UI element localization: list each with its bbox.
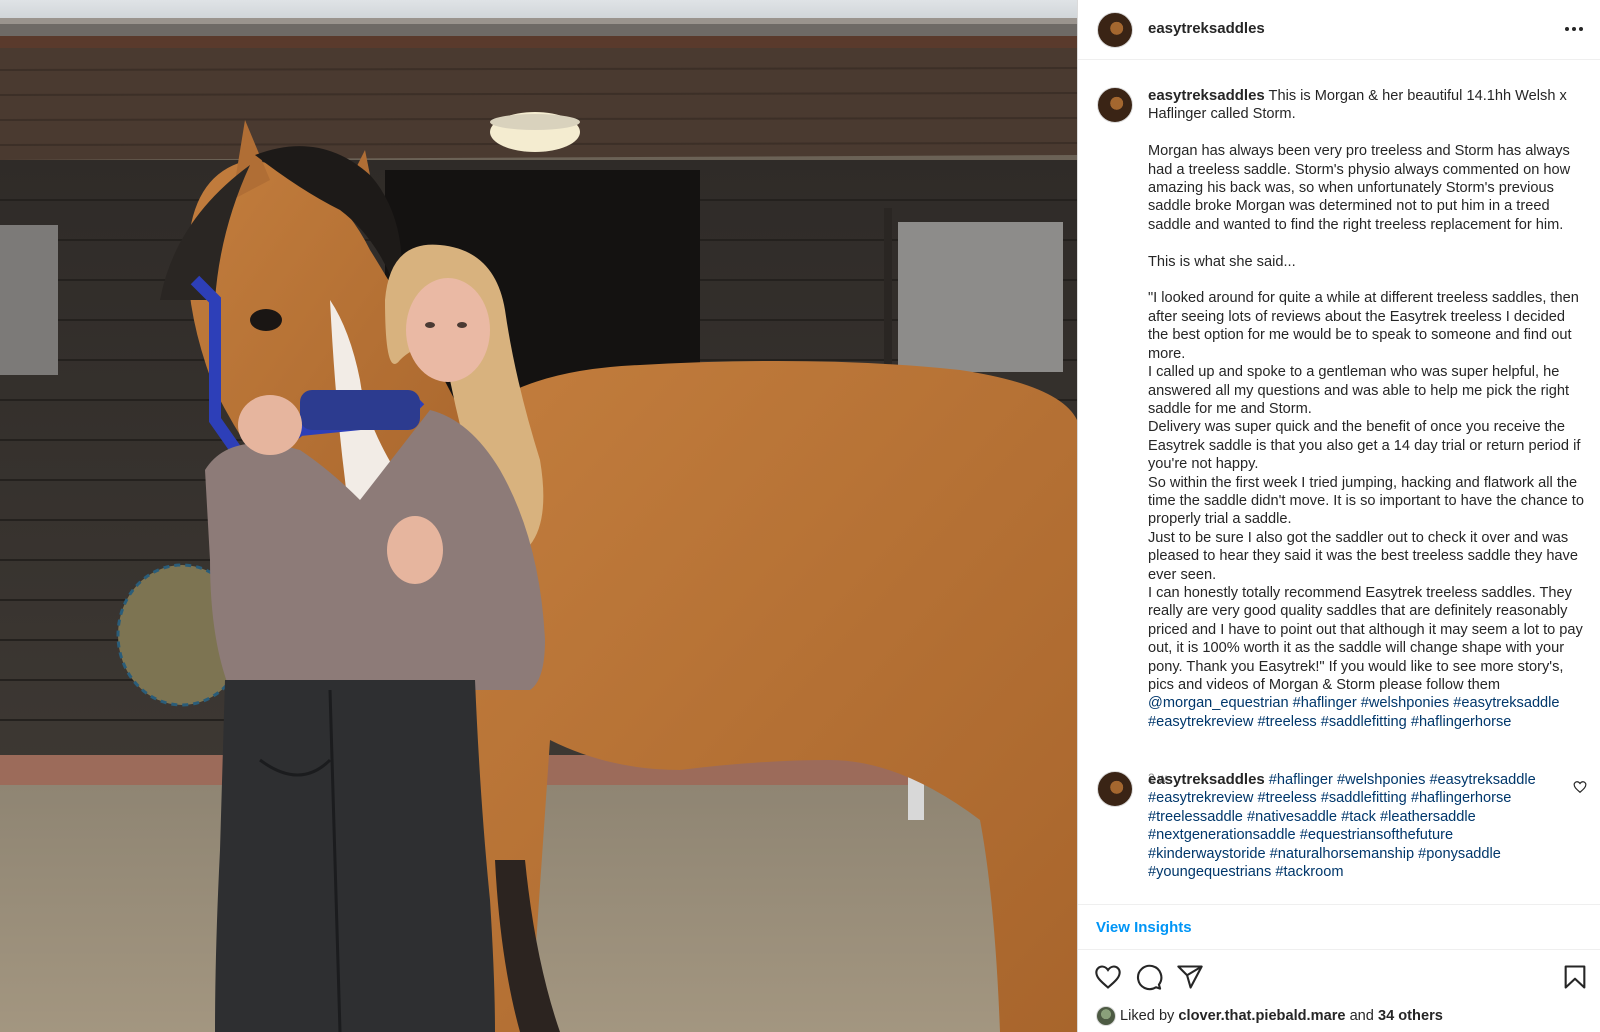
likes-mid: and xyxy=(1345,1007,1378,1024)
caption-username[interactable]: easytreksaddles xyxy=(1148,87,1265,104)
liked-by-others[interactable]: 34 others xyxy=(1378,1008,1443,1024)
author-avatar[interactable] xyxy=(1097,12,1133,48)
liker-avatar[interactable] xyxy=(1096,1006,1116,1026)
post-header: easytreksaddles xyxy=(1078,0,1600,60)
comment-username[interactable]: easytreksaddles xyxy=(1148,771,1265,788)
heart-icon[interactable] xyxy=(1094,963,1122,991)
caption-hashtags[interactable]: @morgan_equestrian #haflinger #welshponi… xyxy=(1148,695,1564,729)
comment-text: easytreksaddles #haflinger #welshponies … xyxy=(1148,771,1568,881)
liked-by-user[interactable]: clover.that.piebald.mare xyxy=(1178,1008,1345,1024)
post-side-panel: easytreksaddles easytreksaddles This is … xyxy=(1077,0,1600,1032)
bookmark-icon[interactable] xyxy=(1561,963,1589,991)
likes-prefix: Liked by xyxy=(1120,1007,1179,1024)
comment-like-heart-icon[interactable] xyxy=(1573,780,1587,794)
share-icon[interactable] xyxy=(1176,963,1204,991)
likes-summary: Liked by clover.that.piebald.mare and 34… xyxy=(1096,1006,1443,1026)
action-bar xyxy=(1078,955,1600,999)
insights-bar: View Insights xyxy=(1078,904,1600,950)
caption-body: Morgan has always been very pro treeless… xyxy=(1148,143,1584,693)
caption-avatar[interactable] xyxy=(1097,87,1133,123)
author-username[interactable]: easytreksaddles xyxy=(1148,20,1265,37)
comment-hashtags[interactable]: #haflinger #welshponies #easytreksaddle … xyxy=(1148,772,1536,880)
comment-avatar[interactable] xyxy=(1097,771,1133,807)
comments-area: easytreksaddles This is Morgan & her bea… xyxy=(1078,61,1600,904)
post-photo[interactable] xyxy=(0,0,1077,1032)
more-options-icon[interactable] xyxy=(1563,18,1585,40)
comment-icon[interactable] xyxy=(1135,963,1163,991)
caption-text: easytreksaddles This is Morgan & her bea… xyxy=(1148,87,1588,731)
view-insights-link[interactable]: View Insights xyxy=(1096,919,1192,936)
photo-image xyxy=(0,0,1077,1032)
